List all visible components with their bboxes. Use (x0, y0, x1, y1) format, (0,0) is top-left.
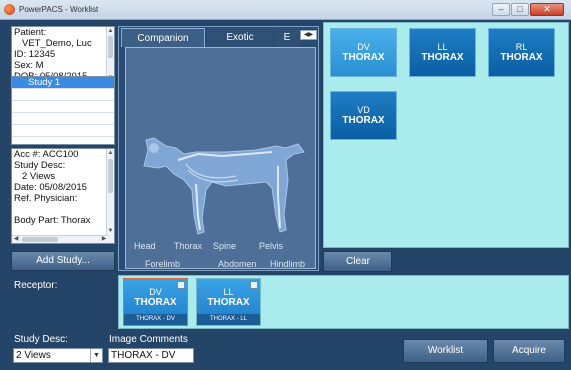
accession-number: Acc #: ACC100 (14, 149, 79, 160)
thumbnail-caption: THORAX - LL (197, 314, 260, 325)
study-desc-label: Study Desc: (14, 160, 66, 171)
protocol-view: LL (437, 42, 448, 52)
image-comments-field[interactable]: THORAX - DV (108, 348, 194, 363)
label-spine[interactable]: Spine (213, 241, 236, 251)
ref-physician: Ref. Physician: (14, 193, 78, 204)
scroll-thumb[interactable] (108, 36, 113, 58)
study-desc-select[interactable]: 2 Views ▼ (13, 348, 103, 363)
protocol-body-part: THORAX (342, 115, 385, 126)
patient-id: ID: 12345 (14, 49, 56, 60)
patient-name: VET_Demo, Luc (22, 38, 92, 49)
app-icon (4, 4, 15, 15)
tab-exotic[interactable]: Exotic (207, 28, 273, 47)
thumbnail-thorax-ll[interactable]: LL THORAX THORAX - LL (196, 278, 261, 326)
protocol-rl-thorax-button[interactable]: RL THORAX (488, 28, 555, 77)
label-head[interactable]: Head (134, 241, 156, 251)
tab-companion[interactable]: Companion (121, 28, 205, 47)
receptor-label: Receptor: (14, 280, 58, 291)
scroll-thumb[interactable] (108, 159, 113, 193)
thumbnail-body-part: THORAX (134, 297, 177, 308)
protocol-view: DV (357, 42, 370, 52)
study-desc-value: 2 Views (22, 171, 56, 182)
protocol-body-part: THORAX (421, 52, 464, 63)
thumbnail-caption: THORAX - DV (124, 314, 187, 325)
study-info-horizontal-scrollbar[interactable]: ◀ ▶ (12, 235, 108, 243)
protocol-view: RL (515, 42, 528, 52)
protocol-body-part: THORAX (342, 52, 385, 63)
study-list-item[interactable] (12, 113, 114, 125)
thumbnail-corner-icon[interactable] (250, 281, 258, 289)
tab-scroll-icon[interactable]: ◀▶ (300, 30, 317, 40)
maximize-button[interactable]: □ (511, 3, 529, 16)
study-list-item[interactable] (12, 101, 114, 113)
close-button[interactable]: ✕ (530, 3, 564, 16)
patient-sex: Sex: M (14, 60, 44, 71)
chevron-down-icon[interactable]: ▼ (90, 349, 102, 362)
patient-label: Patient: (14, 27, 47, 38)
body-part: Body Part: Thorax (14, 215, 91, 226)
acquire-button[interactable]: Acquire (493, 339, 565, 363)
add-study-button[interactable]: Add Study... (11, 251, 115, 271)
worklist-button[interactable]: Worklist (403, 339, 488, 363)
label-forelimb[interactable]: Forelimb (145, 259, 180, 269)
anatomy-canvas[interactable] (125, 47, 316, 269)
study-desc-selected: 2 Views (16, 350, 51, 361)
thumbnail-body-part: THORAX (207, 297, 250, 308)
thumbnail-corner-icon[interactable] (177, 281, 185, 289)
study-list[interactable]: Study 1 (11, 76, 115, 145)
title-bar: PowerPACS - Worklist – □ ✕ (0, 0, 571, 20)
label-pelvis[interactable]: Pelvis (259, 241, 283, 251)
protocol-view: VD (357, 105, 370, 115)
study-list-item[interactable] (12, 89, 114, 101)
protocol-body-part: THORAX (500, 52, 543, 63)
scroll-right-icon[interactable]: ▶ (100, 236, 108, 243)
protocol-vd-thorax-button[interactable]: VD THORAX (330, 91, 397, 140)
clear-button[interactable]: Clear (323, 251, 392, 272)
study-list-item[interactable]: Study 1 (12, 77, 114, 89)
scroll-up-icon[interactable]: ▲ (107, 27, 114, 35)
study-list-item[interactable] (12, 125, 114, 137)
label-abdomen[interactable]: Abdomen (218, 259, 257, 269)
label-hindlimb[interactable]: Hindlimb (270, 259, 305, 269)
scroll-left-icon[interactable]: ◀ (12, 236, 20, 243)
protocol-ll-thorax-button[interactable]: LL THORAX (409, 28, 476, 77)
scroll-down-icon[interactable]: ▼ (107, 227, 114, 235)
image-comments-label: Image Comments (109, 334, 188, 345)
protocol-dv-thorax-button[interactable]: DV THORAX (330, 28, 397, 77)
minimize-button[interactable]: – (492, 3, 510, 16)
study-info-panel[interactable]: Acc #: ACC100 Study Desc: 2 Views Date: … (11, 148, 115, 244)
scroll-thumb[interactable] (22, 237, 58, 242)
image-comments-value: THORAX - DV (111, 350, 176, 361)
study-date: Date: 05/08/2015 (14, 182, 87, 193)
footer-study-desc-label: Study Desc: (14, 334, 68, 345)
anatomy-panel: Companion Exotic E (118, 26, 319, 271)
label-thorax[interactable]: Thorax (174, 241, 202, 251)
window-title: PowerPACS - Worklist (19, 5, 99, 14)
thumbnail-thorax-dv[interactable]: DV THORAX THORAX - DV (123, 278, 188, 326)
scroll-up-icon[interactable]: ▲ (107, 149, 114, 157)
tab-e[interactable]: E (275, 28, 299, 47)
dog-skeleton-icon[interactable] (126, 48, 315, 268)
study-info-vertical-scrollbar[interactable]: ▲ ▼ (106, 149, 114, 243)
